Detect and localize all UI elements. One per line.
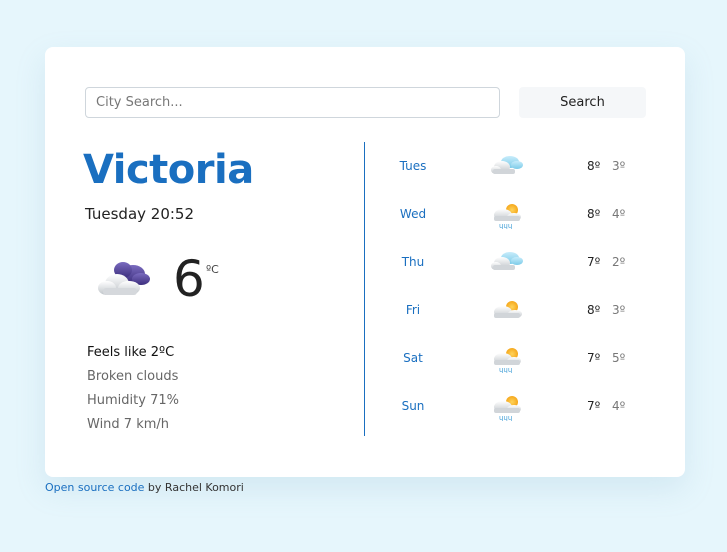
forecast-day: Fri [405,303,421,317]
partly-cloudy-icon [490,297,524,325]
svg-text:ɥɥɥ: ɥɥɥ [499,366,512,373]
forecast-day: Sun [401,399,425,413]
current-datetime: Tuesday 20:52 [85,205,195,223]
forecast-high: 7º [587,399,601,413]
forecast-day: Tues [399,159,427,173]
forecast-row: Tues 8º 3º [365,143,665,191]
svg-text:ɥɥɥ: ɥɥɥ [499,414,512,421]
forecast-day: Thu [401,255,425,269]
forecast-high: 8º [587,207,601,221]
forecast-row: Sat ɥɥɥ 7º 5º [365,335,665,383]
footer-author: by Rachel Komori [144,481,244,494]
forecast-list: Tues 8º 3º Wed ɥɥɥ 8º 4º Thu 7º 2º Fri 8… [365,143,665,431]
forecast-high: 8º [587,303,601,317]
forecast-low: 5º [612,351,626,365]
forecast-day: Sat [403,351,423,365]
cloudy-icon [490,249,524,277]
rain-sun-icon: ɥɥɥ [490,345,524,377]
temperature-unit: ºC [206,263,219,276]
current-temperature: 6 [173,250,205,308]
weather-card: Search Victoria Tuesday 20:52 6 ºC Feels… [45,47,685,477]
cloudy-icon [490,153,524,181]
city-search-input[interactable] [85,87,500,118]
forecast-low: 3º [612,303,626,317]
forecast-low: 4º [612,207,626,221]
city-name: Victoria [83,147,254,193]
open-source-link[interactable]: Open source code [45,481,144,494]
footer: Open source code by Rachel Komori [45,481,244,494]
forecast-row: Wed ɥɥɥ 8º 4º [365,191,665,239]
forecast-low: 2º [612,255,626,269]
feels-like: Feels like 2ºC [87,345,175,360]
forecast-high: 8º [587,159,601,173]
cloud-icon [97,259,153,303]
forecast-low: 3º [612,159,626,173]
forecast-low: 4º [612,399,626,413]
forecast-row: Sun ɥɥɥ 7º 4º [365,383,665,431]
rain-sun-icon: ɥɥɥ [490,393,524,425]
forecast-row: Fri 8º 3º [365,287,665,335]
forecast-high: 7º [587,255,601,269]
forecast-day: Wed [399,207,427,221]
forecast-row: Thu 7º 2º [365,239,665,287]
weather-details: Feels like 2ºC Broken clouds Humidity 71… [87,344,179,440]
weather-description: Broken clouds [87,369,179,384]
svg-text:ɥɥɥ: ɥɥɥ [499,222,512,229]
search-button[interactable]: Search [519,87,646,118]
wind: Wind 7 km/h [87,417,170,432]
rain-sun-icon: ɥɥɥ [490,201,524,233]
forecast-high: 7º [587,351,601,365]
humidity: Humidity 71% [87,393,179,408]
